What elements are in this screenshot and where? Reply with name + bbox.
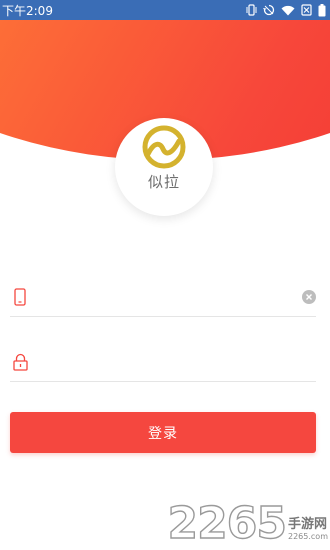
rotate-icon — [263, 4, 275, 16]
watermark: 2265 手游网 2265.com — [167, 498, 328, 549]
wifi-icon — [281, 5, 295, 16]
vibrate-icon — [246, 4, 257, 16]
status-bar: 下午2:09 — [0, 0, 330, 20]
watermark-text: 手游网 — [288, 517, 328, 532]
phone-field — [10, 277, 316, 317]
watermark-number: 2265 — [167, 498, 288, 549]
lock-icon — [11, 351, 29, 373]
watermark-domain: 2265.com — [288, 532, 328, 541]
app-logo: 似拉 — [115, 118, 213, 216]
status-time: 下午2:09 — [2, 3, 53, 18]
phone-input[interactable] — [43, 281, 302, 312]
watermark-side: 手游网 2265.com — [288, 517, 328, 542]
clear-icon[interactable] — [302, 289, 316, 304]
phone-icon — [11, 286, 29, 308]
login-button[interactable]: 登录 — [10, 412, 316, 453]
status-icons — [246, 3, 326, 17]
sim-blocked-icon — [301, 4, 312, 16]
logo-text: 似拉 — [147, 173, 180, 191]
password-input[interactable] — [43, 346, 316, 377]
password-field — [10, 342, 316, 382]
logo-mark-icon — [142, 125, 186, 169]
battery-icon — [318, 3, 326, 17]
